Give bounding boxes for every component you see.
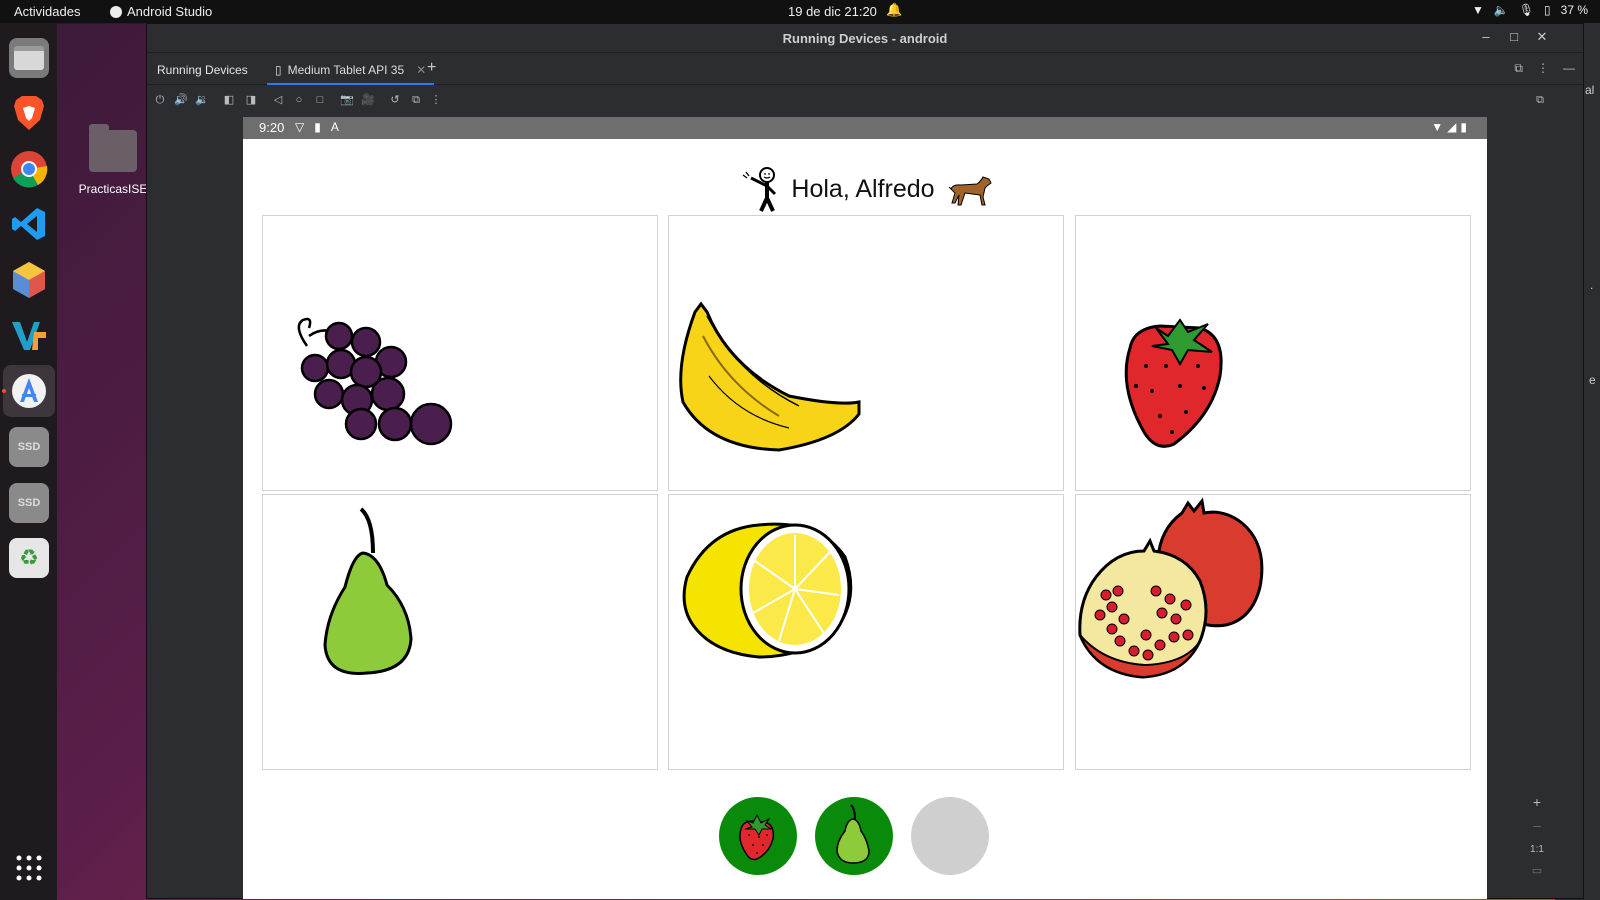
signal-icon: ◢ xyxy=(1447,120,1457,134)
mic-icon: 🎙 xyxy=(1518,3,1535,17)
strawberry-icon xyxy=(1124,318,1223,448)
snapshot-icon[interactable]: ⧉ xyxy=(409,93,423,107)
strawberry-small-icon xyxy=(739,813,775,861)
app-menu-label: Android Studio xyxy=(127,4,213,19)
volume-up-icon[interactable]: 🔊 xyxy=(174,93,188,107)
selected-slot-pear[interactable] xyxy=(815,797,893,875)
overview-icon[interactable]: □ xyxy=(313,93,327,107)
vscode-icon[interactable] xyxy=(9,204,49,244)
more-options-icon[interactable]: ⋮ xyxy=(1537,61,1549,76)
gnome-top-bar: Actividades Android Studio 19 de dic 21:… xyxy=(0,0,1600,23)
fruit-card-pomegranate[interactable] xyxy=(1075,494,1471,770)
zoom-out-icon[interactable]: – xyxy=(1527,817,1547,833)
running-indicator xyxy=(2,389,6,393)
pear-icon xyxy=(323,507,413,675)
sd-card-icon: ▮ xyxy=(314,120,321,134)
emulator-toolbar: ⏻ 🔊 🔉 ◧ ◨ ◁ ○ □ 📷 🎥 ↺ ⧉ ⋮ ⧉ xyxy=(147,85,1583,115)
selected-slot-empty[interactable] xyxy=(911,797,989,875)
emulator-screen[interactable]: 9:20 ▽ ▮ A ▼ ◢ ▮ Hola, Alfredo xyxy=(243,117,1487,899)
brave-icon[interactable] xyxy=(9,93,49,133)
fruit-card-grapes[interactable] xyxy=(262,215,658,491)
battery-percent: 37 % xyxy=(1560,3,1588,17)
grapes-icon xyxy=(297,317,453,446)
status-left-icons: ▽ ▮ A xyxy=(295,120,339,134)
clock[interactable]: 19 de dic 21:20 xyxy=(788,4,877,19)
trash-icon[interactable]: ♻ xyxy=(9,538,49,578)
zoom-fit-icon[interactable]: ▭ xyxy=(1527,864,1547,877)
home-icon[interactable]: ○ xyxy=(292,93,306,107)
tab-medium-tablet[interactable]: ▯ Medium Tablet API 35 ✕ xyxy=(267,53,435,85)
gem-app-icon[interactable] xyxy=(9,260,49,300)
android-studio-icon[interactable] xyxy=(3,365,55,417)
desktop-folder-label: PracticasISE xyxy=(78,182,148,196)
volume-down-icon[interactable]: 🔉 xyxy=(195,93,209,107)
zoom-actual-button[interactable]: 1:1 xyxy=(1527,844,1547,855)
shield-icon: ▽ xyxy=(295,120,305,134)
speaker-icon: 🔈 xyxy=(1493,3,1509,17)
ssd-drive-icon-1[interactable]: SSD xyxy=(9,427,49,467)
rotate-right-icon[interactable]: ◨ xyxy=(244,93,258,107)
chrome-icon[interactable] xyxy=(9,149,49,189)
system-tray[interactable]: ▼ 🔈 🎙 ▯ 37 % xyxy=(1472,3,1588,17)
status-time: 9:20 xyxy=(259,120,285,135)
reset-icon[interactable]: ↺ xyxy=(388,93,402,107)
fruit-card-lemon[interactable] xyxy=(668,494,1064,770)
bell-icon: 🔔 xyxy=(886,2,903,17)
device-tab-icon: ▯ xyxy=(275,63,282,77)
close-icon[interactable]: ✕ xyxy=(1533,29,1551,45)
greeting-header: Hola, Alfredo xyxy=(243,167,1487,212)
folder-icon xyxy=(89,124,137,172)
app-menu[interactable]: Android Studio xyxy=(110,4,212,19)
battery-icon: ▯ xyxy=(1544,3,1551,17)
pomegranate-icon xyxy=(1078,497,1264,679)
window-titlebar: Running Devices - android – □ ✕ xyxy=(147,24,1583,53)
back-icon[interactable]: ◁ xyxy=(271,93,285,107)
lemon-icon xyxy=(682,522,853,659)
banana-icon xyxy=(679,301,861,452)
android-status-bar: 9:20 ▽ ▮ A ▼ ◢ ▮ xyxy=(243,117,1487,139)
dog-icon xyxy=(948,176,992,206)
a-icon: A xyxy=(330,120,339,134)
desktop-folder[interactable]: PracticasISE xyxy=(78,124,148,196)
running-devices-label[interactable]: Running Devices xyxy=(157,63,248,77)
window-title: Running Devices - android xyxy=(782,31,948,46)
rotate-left-icon[interactable]: ◧ xyxy=(222,93,236,107)
wifi-icon: ▼ xyxy=(1431,120,1444,134)
device-tab-label: Medium Tablet API 35 xyxy=(287,63,405,77)
mirror-settings-icon[interactable]: ⧉ xyxy=(1533,93,1547,107)
android-studio-small-icon xyxy=(110,5,122,18)
status-right-icons: ▼ ◢ ▮ xyxy=(1431,120,1467,134)
dock: SSD SSD ♻ xyxy=(0,23,57,900)
waving-person-icon xyxy=(743,167,777,212)
activities-button[interactable]: Actividades xyxy=(14,4,80,19)
fruit-card-pear[interactable] xyxy=(262,494,658,770)
maximize-icon[interactable]: □ xyxy=(1505,29,1523,44)
tool-window-tabbar: Running Devices ▯ Medium Tablet API 35 ✕… xyxy=(147,53,1583,85)
close-tab-icon[interactable]: ✕ xyxy=(416,63,426,83)
hide-panel-icon[interactable]: — xyxy=(1563,61,1575,76)
wifi-icon: ▼ xyxy=(1471,3,1484,17)
battery-icon: ▮ xyxy=(1460,120,1467,134)
add-device-icon[interactable]: + xyxy=(427,59,436,77)
layout-icon[interactable]: ⧉ xyxy=(1514,61,1523,76)
fruit-card-banana[interactable] xyxy=(668,215,1064,491)
minimize-icon[interactable]: – xyxy=(1477,29,1495,44)
pear-small-icon xyxy=(836,804,870,864)
record-icon[interactable]: 🎥 xyxy=(361,93,375,107)
files-icon[interactable] xyxy=(9,38,49,78)
vs-app-icon[interactable] xyxy=(9,316,49,356)
show-apps-icon[interactable] xyxy=(9,848,49,888)
ssd-drive-icon-2[interactable]: SSD xyxy=(9,483,49,523)
selected-slot-strawberry[interactable] xyxy=(719,797,797,875)
screenshot-icon[interactable]: 📷 xyxy=(340,93,354,107)
ssd-label: SSD xyxy=(17,497,41,509)
power-icon[interactable]: ⏻ xyxy=(153,93,167,107)
fruit-card-strawberry[interactable] xyxy=(1075,215,1471,491)
zoom-in-icon[interactable]: + xyxy=(1527,794,1547,810)
ssd-label: SSD xyxy=(17,441,41,453)
tool-window-actions: ⧉ ⋮ — xyxy=(1514,61,1575,76)
greeting-text: Hola, Alfredo xyxy=(791,174,935,203)
toolbar-more-icon[interactable]: ⋮ xyxy=(429,93,443,107)
